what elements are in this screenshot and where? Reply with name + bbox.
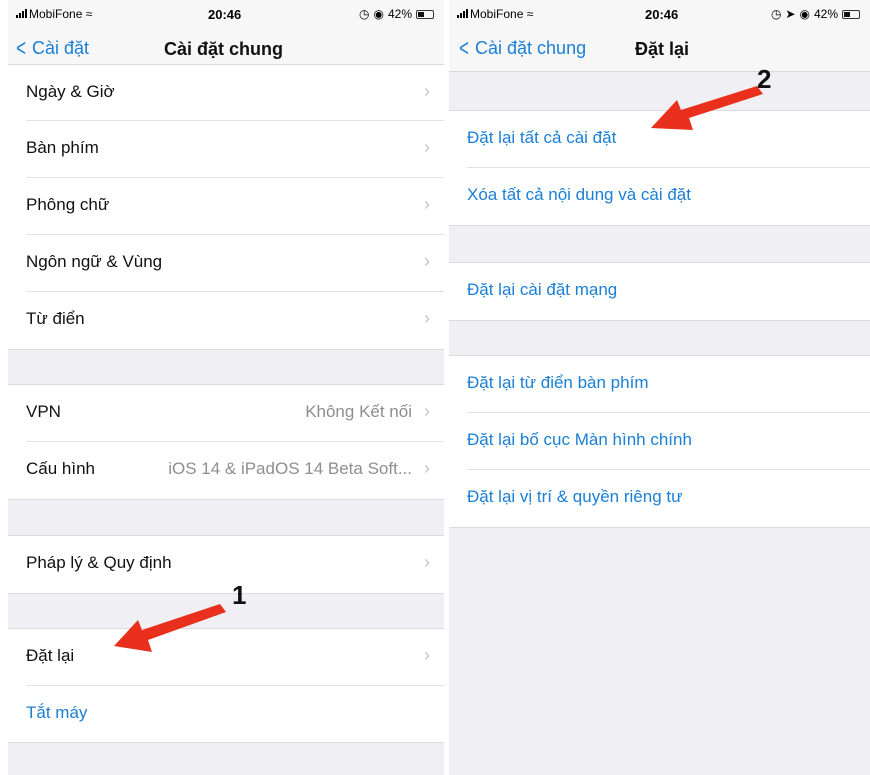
battery-fill bbox=[418, 11, 424, 17]
settings-group-vpn: VPN Không Kết nối › Cấu hình iOS 14 & iP… bbox=[8, 384, 444, 500]
row-reset-network[interactable]: Đặt lại cài đặt mạng bbox=[467, 263, 870, 320]
row-erase-all-content[interactable]: Xóa tất cả nội dung và cài đặt bbox=[467, 168, 870, 225]
settings-group-general: Ngày & Giờ › Bàn phím › Phông chữ › Ngôn… bbox=[8, 64, 444, 350]
status-right: ◷ ◉ 42% bbox=[359, 7, 434, 21]
battery-percent: 42% bbox=[813, 7, 838, 21]
back-button[interactable]: < Cài đặt chung bbox=[457, 34, 587, 62]
row-value: Không Kết nối bbox=[305, 402, 412, 421]
battery-icon bbox=[842, 9, 860, 19]
wifi-icon: ≈ bbox=[85, 7, 93, 21]
row-label: Đặt lại tất cả cài đặt bbox=[467, 128, 617, 147]
row-reset-keyboard-dictionary[interactable]: Đặt lại từ điển bàn phím bbox=[467, 356, 870, 413]
row-vpn[interactable]: VPN Không Kết nối › bbox=[26, 385, 444, 442]
row-label: Ngày & Giờ bbox=[26, 82, 115, 101]
status-bar: MobiFone ≈ 20:46 ◷ ➤ ◉ 42% bbox=[449, 0, 870, 26]
row-chevron-icon: › bbox=[424, 458, 430, 478]
row-reset-location-privacy[interactable]: Đặt lại vị trí & quyền riêng tư bbox=[467, 470, 870, 527]
alarm-icon: ◷ bbox=[359, 7, 370, 21]
location-icon: ➤ bbox=[785, 7, 796, 21]
row-value: iOS 14 & iPadOS 14 Beta Soft... bbox=[168, 459, 412, 478]
back-label: Cài đặt bbox=[32, 38, 90, 58]
row-label: VPN bbox=[26, 402, 61, 421]
battery-percent: 42% bbox=[387, 7, 412, 21]
page-title: Đặt lại bbox=[635, 39, 690, 59]
row-label: Đặt lại bố cục Màn hình chính bbox=[467, 430, 692, 449]
row-language-region[interactable]: Ngôn ngữ & Vùng › bbox=[26, 235, 444, 292]
annotation-arrow-2 bbox=[651, 86, 763, 130]
row-chevron-icon: › bbox=[424, 81, 430, 101]
row-reset-home-layout[interactable]: Đặt lại bố cục Màn hình chính bbox=[467, 413, 870, 470]
battery-icon bbox=[416, 9, 434, 19]
battery-fill bbox=[844, 11, 850, 17]
row-chevron-icon: › bbox=[424, 552, 430, 572]
reset-screen: MobiFone ≈ 20:46 ◷ ➤ ◉ 42% < Cài đặt chu… bbox=[449, 0, 870, 775]
back-chevron-icon: < bbox=[16, 34, 26, 62]
row-label: Đặt lại cài đặt mạng bbox=[467, 280, 618, 299]
status-right: ◷ ➤ ◉ 42% bbox=[771, 7, 860, 21]
row-chevron-icon: › bbox=[424, 645, 430, 665]
row-profile[interactable]: Cấu hình iOS 14 & iPadOS 14 Beta Soft...… bbox=[26, 442, 444, 499]
row-label: Pháp lý & Quy định bbox=[26, 553, 172, 572]
row-fonts[interactable]: Phông chữ › bbox=[26, 178, 444, 235]
row-chevron-icon: › bbox=[424, 251, 430, 271]
back-chevron-icon: < bbox=[459, 34, 469, 62]
row-chevron-icon: › bbox=[424, 308, 430, 328]
row-label: Từ điển bbox=[26, 309, 85, 328]
row-date-time[interactable]: Ngày & Giờ › bbox=[26, 65, 444, 121]
reset-group-other: Đặt lại từ điển bàn phím Đặt lại bố cục … bbox=[449, 355, 870, 528]
row-chevron-icon: › bbox=[424, 401, 430, 421]
back-label: Cài đặt chung bbox=[475, 38, 587, 58]
settings-general-screen: MobiFone ≈ 20:46 ◷ ◉ 42% < Cài đặt Cài đ… bbox=[8, 0, 444, 775]
back-button[interactable]: < Cài đặt bbox=[14, 34, 90, 62]
lock-rotation-icon: ◉ bbox=[799, 7, 810, 21]
status-bar: MobiFone ≈ 20:46 ◷ ◉ 42% bbox=[8, 0, 444, 26]
annotation-number-1: 1 bbox=[232, 580, 247, 610]
signal-icon bbox=[457, 9, 468, 18]
row-label: Đặt lại bbox=[26, 646, 75, 665]
row-label: Bàn phím bbox=[26, 138, 99, 157]
navigation-bar: < Cài đặt chung Đặt lại bbox=[449, 26, 870, 72]
page-title: Cài đặt chung bbox=[164, 39, 284, 59]
row-label: Xóa tất cả nội dung và cài đặt bbox=[467, 185, 691, 204]
status-time: 20:46 bbox=[645, 7, 679, 22]
signal-icon bbox=[16, 9, 27, 18]
row-dictionary[interactable]: Từ điển › bbox=[26, 292, 444, 349]
row-keyboard[interactable]: Bàn phím › bbox=[26, 121, 444, 178]
row-label: Đặt lại từ điển bàn phím bbox=[467, 373, 649, 392]
annotation-number-2: 2 bbox=[757, 64, 772, 94]
row-shut-down[interactable]: Tắt máy bbox=[26, 686, 444, 742]
wifi-icon: ≈ bbox=[526, 7, 534, 21]
status-time: 20:46 bbox=[208, 7, 242, 22]
reset-group-network: Đặt lại cài đặt mạng bbox=[449, 262, 870, 321]
annotation-arrow-1 bbox=[114, 604, 226, 652]
row-label: Đặt lại vị trí & quyền riêng tư bbox=[467, 487, 683, 506]
row-label: Ngôn ngữ & Vùng bbox=[26, 252, 163, 271]
carrier: MobiFone ≈ bbox=[16, 7, 92, 21]
alarm-icon: ◷ bbox=[770, 7, 782, 21]
carrier: MobiFone ≈ bbox=[457, 7, 533, 21]
row-label: Phông chữ bbox=[26, 195, 110, 214]
row-chevron-icon: › bbox=[424, 194, 430, 214]
settings-group-legal: Pháp lý & Quy định › bbox=[8, 535, 444, 594]
row-chevron-icon: › bbox=[424, 137, 430, 157]
lock-rotation-icon: ◉ bbox=[373, 7, 384, 21]
row-label: Cấu hình bbox=[26, 459, 95, 478]
row-label: Tắt máy bbox=[26, 703, 88, 722]
